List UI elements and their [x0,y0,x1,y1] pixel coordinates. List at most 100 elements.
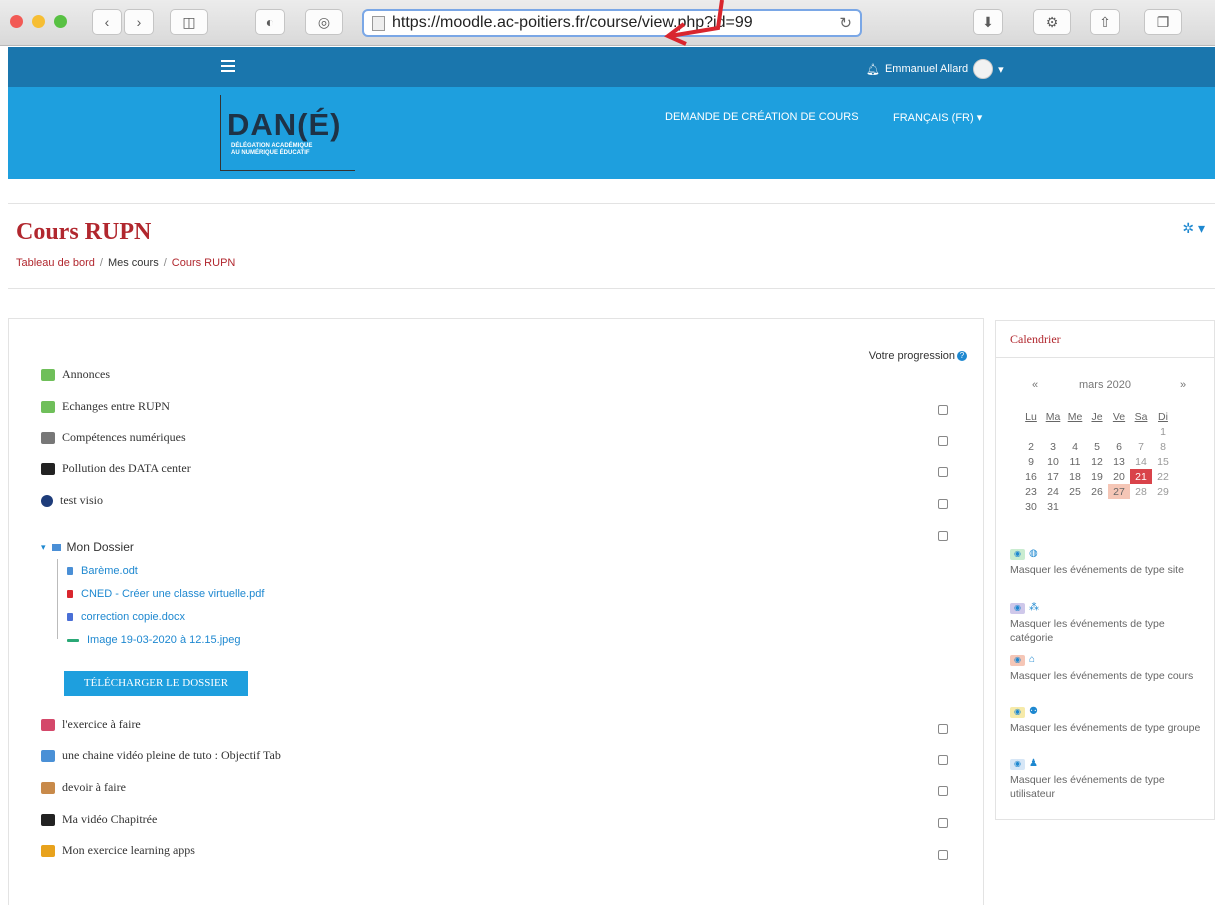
nav-request-course[interactable]: DEMANDE DE CRÉATION DE COURS [665,111,859,123]
completion-checkbox[interactable] [938,755,948,765]
calendar-day[interactable]: 1 [1152,424,1174,439]
activity-item[interactable]: Compétences numériques [41,430,186,445]
completion-checkbox[interactable] [938,405,948,415]
calendar-day[interactable]: 28 [1130,484,1152,499]
menu-icon[interactable] [221,60,235,75]
calendar-day[interactable]: 6 [1108,439,1130,454]
bell-icon[interactable]: 🔔︎ [866,63,880,76]
activity-item[interactable]: test visio [41,493,103,508]
dane-logo[interactable]: DAN(É) DÉLÉGATION ACADÉMIQUE AU NUMÉRIQU… [220,95,355,171]
folder-item[interactable]: ▾ Mon Dossier [41,540,134,554]
calendar-day[interactable]: 26 [1086,484,1108,499]
calendar-day[interactable]: 15 [1152,454,1174,469]
address-bar[interactable]: https://moodle.ac-poitiers.fr/course/vie… [362,9,862,37]
event-filter-group[interactable]: ◉ ⚉ Masquer les événements de type groupe [1010,705,1206,735]
extension-button-2[interactable]: ◎ [305,9,343,35]
activity-item[interactable]: Ma vidéo Chapitrée [41,812,157,827]
completion-checkbox[interactable] [938,786,948,796]
eye-icon[interactable]: ◉ [1010,602,1025,614]
calendar-day[interactable]: 2 [1020,439,1042,454]
activity-item[interactable]: Pollution des DATA center [41,461,191,476]
settings-button[interactable]: ⚙ [1033,9,1071,35]
calendar-day[interactable]: 22 [1152,469,1174,484]
reload-icon[interactable]: ↻ [839,14,852,32]
calendar-day[interactable]: 11 [1064,454,1086,469]
help-icon[interactable]: ? [957,351,967,361]
calendar-day[interactable]: 29 [1152,484,1174,499]
site-icon [372,16,385,31]
completion-checkbox[interactable] [938,499,948,509]
file-item[interactable]: Image 19-03-2020 à 12.15.jpeg [67,634,241,646]
prev-month-link[interactable]: « [1032,379,1038,391]
folder-tree-line [57,559,58,639]
completion-checkbox[interactable] [938,850,948,860]
breadcrumb-dashboard[interactable]: Tableau de bord [16,257,95,269]
collapse-icon[interactable]: ▾ [41,542,46,553]
minimize-window-button[interactable] [32,15,45,28]
user-menu[interactable]: 🔔︎ Emmanuel Allard ▾ [866,59,1004,79]
calendar-day-event[interactable]: 27 [1108,484,1130,499]
activity-label: Ma vidéo Chapitrée [62,812,158,826]
language-menu[interactable]: FRANÇAIS (FR) ▾ [893,111,982,124]
completion-checkbox[interactable] [938,436,948,446]
zoom-window-button[interactable] [54,15,67,28]
close-window-button[interactable] [10,15,23,28]
download-folder-button[interactable]: TÉLÉCHARGER LE DOSSIER [64,671,248,696]
calendar-day[interactable]: 14 [1130,454,1152,469]
activity-item[interactable]: devoir à faire [41,780,126,795]
event-filter-course[interactable]: ◉ ⌂ Masquer les événements de type cours [1010,653,1206,683]
page-title: Cours RUPN [16,219,152,245]
breadcrumb-course[interactable]: Cours RUPN [172,257,236,269]
tabs-button[interactable]: ❐ [1144,9,1182,35]
activity-item[interactable]: l'exercice à faire [41,717,141,732]
calendar-day[interactable]: 20 [1108,469,1130,484]
calendar-day[interactable]: 23 [1020,484,1042,499]
calendar-day[interactable]: 19 [1086,469,1108,484]
calendar-day[interactable]: 9 [1020,454,1042,469]
completion-checkbox[interactable] [938,531,948,541]
calendar-day[interactable]: 17 [1042,469,1064,484]
course-settings-gear-icon[interactable]: ✲ ▾ [1182,220,1205,237]
activity-item[interactable]: Mon exercice learning apps [41,843,195,858]
share-button[interactable]: ⇧ [1090,9,1120,35]
calendar-day[interactable]: 12 [1086,454,1108,469]
calendar-day[interactable]: 18 [1064,469,1086,484]
gear-icon: ⚙ [1045,13,1059,30]
eye-icon[interactable]: ◉ [1010,548,1025,560]
completion-checkbox[interactable] [938,467,948,477]
calendar-day[interactable]: 16 [1020,469,1042,484]
calendar-day[interactable]: 24 [1042,484,1064,499]
calendar-day[interactable]: 3 [1042,439,1064,454]
file-item[interactable]: correction copie.docx [67,611,185,623]
eye-icon[interactable]: ◉ [1010,758,1025,770]
calendar-day[interactable]: 25 [1064,484,1086,499]
forward-button[interactable]: › [124,9,154,35]
calendar-day-today[interactable]: 21 [1130,469,1152,484]
event-filter-user[interactable]: ◉ ♟ Masquer les événements de type utilis… [1010,757,1206,801]
downloads-button[interactable]: ⬇ [973,9,1003,35]
activity-item[interactable]: une chaine vidéo pleine de tuto : Object… [41,748,281,763]
event-filter-site[interactable]: ◉ ◍ Masquer les événements de type site [1010,547,1206,577]
breadcrumb-my-courses[interactable]: Mes cours [108,257,159,269]
eye-icon[interactable]: ◉ [1010,654,1025,666]
extension-button[interactable]: ◐ [255,9,285,35]
calendar-day[interactable]: 31 [1042,499,1064,514]
calendar-day[interactable]: 10 [1042,454,1064,469]
event-filter-category[interactable]: ◉ ⁂ Masquer les événements de type catégo… [1010,601,1206,645]
calendar-day[interactable]: 4 [1064,439,1086,454]
completion-checkbox[interactable] [938,724,948,734]
file-item[interactable]: CNED - Créer une classe virtuelle.pdf [67,588,264,600]
sidebar-button[interactable]: ◫ [170,9,208,35]
back-button[interactable]: ‹ [92,9,122,35]
completion-checkbox[interactable] [938,818,948,828]
activity-item[interactable]: Annonces [41,367,110,382]
calendar-day[interactable]: 13 [1108,454,1130,469]
calendar-day[interactable]: 5 [1086,439,1108,454]
activity-item[interactable]: Echanges entre RUPN [41,399,170,414]
eye-icon[interactable]: ◉ [1010,706,1025,718]
calendar-day[interactable]: 7 [1130,439,1152,454]
calendar-day[interactable]: 8 [1152,439,1174,454]
calendar-day[interactable]: 30 [1020,499,1042,514]
next-month-link[interactable]: » [1180,379,1186,391]
file-item[interactable]: Barème.odt [67,565,138,577]
